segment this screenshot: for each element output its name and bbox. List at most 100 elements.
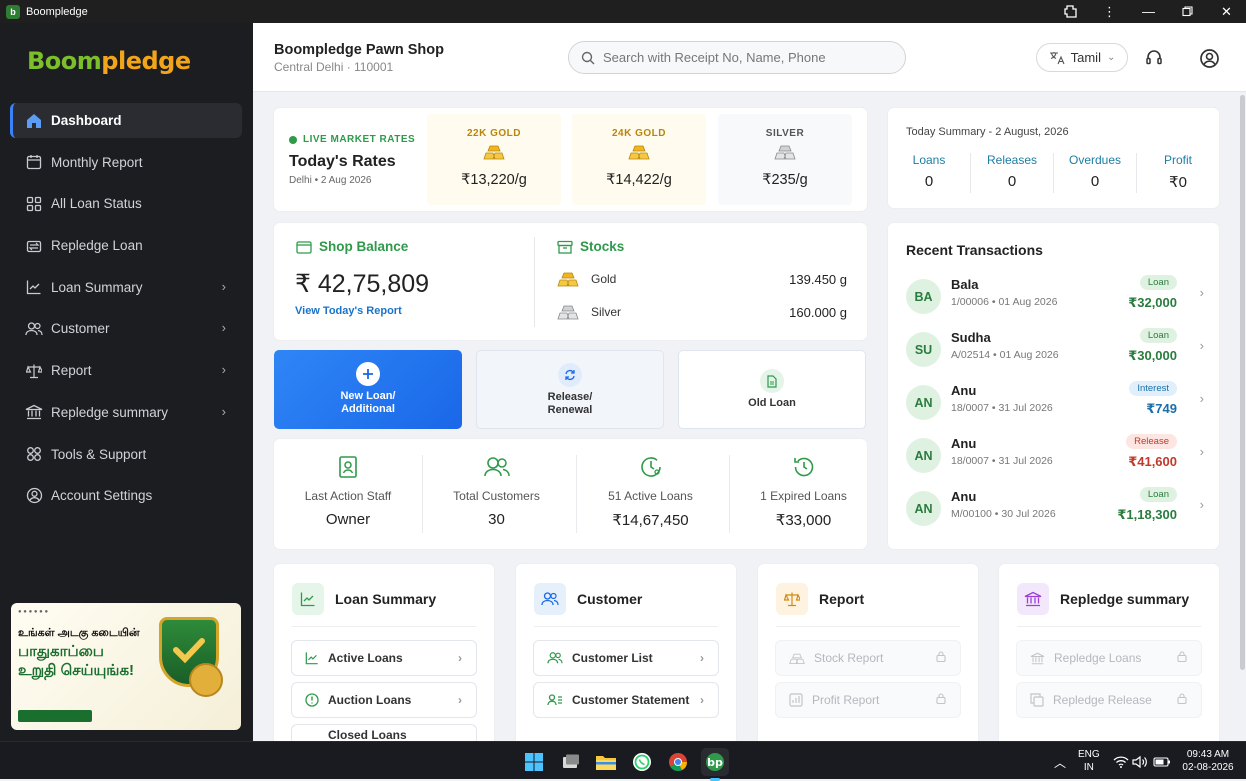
summary-value: 0: [924, 173, 934, 190]
summary-value: 0: [1090, 173, 1100, 190]
sidebar-item-report[interactable]: Report ›: [10, 353, 242, 388]
translate-icon: [1049, 51, 1065, 64]
transaction-detail: 1/00006 • 01 Aug 2026: [951, 296, 1058, 308]
sidebar-item-repledge-loan[interactable]: Repledge Loan: [10, 228, 242, 263]
lang-code: ENG: [1078, 749, 1100, 760]
closed-loans-link[interactable]: Closed Loans: [291, 724, 477, 742]
summary-profit[interactable]: Profit ₹0: [1137, 153, 1219, 193]
page-scrollbar[interactable]: [1240, 95, 1245, 670]
calendar-icon: [25, 153, 43, 171]
chevron-down-icon: ⌄: [1106, 52, 1116, 63]
minimize-button[interactable]: —: [1129, 0, 1168, 23]
promo-banner[interactable]: ● ● ● ● ● ● உங்கள் அடகு கடையின் பாதுகாப்…: [11, 603, 241, 730]
users-icon: [534, 583, 566, 615]
battery-icon[interactable]: [1151, 751, 1173, 773]
transaction-name: Anu: [951, 436, 977, 451]
chevron-right-icon: ›: [221, 403, 226, 419]
task-view-icon[interactable]: [560, 751, 582, 773]
extensions-icon[interactable]: [1051, 0, 1090, 23]
transaction-row[interactable]: AN Anu 18/0007 • 31 Jul 2026 Release ₹41…: [906, 434, 1204, 478]
chevron-right-icon: ›: [221, 278, 226, 294]
transaction-row[interactable]: AN Anu M/00100 • 30 Jul 2026 Loan ₹1,18,…: [906, 487, 1204, 531]
banner-cta-button[interactable]: [18, 710, 92, 722]
new-loan-button[interactable]: New Loan/ Additional: [274, 350, 462, 429]
summary-loans[interactable]: Loans 0: [888, 153, 971, 193]
today-summary-title: Today Summary - 2 August, 2026: [906, 126, 1069, 138]
action-label: New Loan/ Additional: [340, 390, 396, 415]
sidebar-item-label: Repledge summary: [51, 404, 169, 420]
avatar: AN: [906, 491, 941, 526]
sidebar-item-all-loan-status[interactable]: All Loan Status: [10, 186, 242, 221]
auction-loans-link[interactable]: Auction Loans ›: [291, 682, 477, 718]
system-clock[interactable]: 09:43 AM 02-08-2026: [1180, 748, 1236, 774]
more-menu-icon[interactable]: ⋮: [1090, 0, 1129, 23]
sidebar-item-account-settings[interactable]: Account Settings: [10, 478, 242, 513]
close-button[interactable]: ✕: [1207, 0, 1246, 23]
input-language-indicator[interactable]: ENG IN: [1078, 748, 1100, 774]
divider: [776, 626, 960, 627]
lock-icon: [1177, 651, 1187, 665]
language-select[interactable]: Tamil ⌄: [1036, 43, 1128, 72]
whatsapp-icon[interactable]: [631, 751, 653, 773]
old-loan-button[interactable]: Old Loan: [678, 350, 866, 429]
module-title: Repledge summary: [1060, 591, 1190, 607]
transaction-row[interactable]: AN Anu 18/0007 • 31 Jul 2026 Interest ₹7…: [906, 381, 1204, 425]
sidebar-item-label: Customer: [51, 321, 110, 337]
summary-label: Profit: [1163, 153, 1192, 167]
gold-bars-icon: [483, 145, 505, 160]
chrome-icon[interactable]: [667, 751, 689, 773]
brand-logo[interactable]: Boompledge: [27, 47, 191, 75]
rate-22k-gold: 22K GOLD ₹13,220/g: [427, 114, 561, 205]
module-customer: Customer Customer List › Customer Statem…: [516, 564, 736, 754]
transaction-row[interactable]: BA Bala 1/00006 • 01 Aug 2026 Loan ₹32,0…: [906, 275, 1204, 319]
home-icon: [25, 112, 43, 130]
window-titlebar: b Boompledge ⋮ — ✕: [0, 0, 1246, 23]
repledge-release-link[interactable]: Repledge Release: [1016, 682, 1202, 718]
summary-overdues[interactable]: Overdues 0: [1054, 153, 1137, 193]
stat-value: ₹33,000: [775, 512, 832, 529]
sidebar-item-label: Dashboard: [51, 113, 122, 128]
summary-label: Releases: [986, 153, 1038, 167]
file-explorer-icon[interactable]: [595, 751, 617, 773]
maximize-button[interactable]: [1168, 0, 1207, 23]
gold-coin-icon: [189, 663, 223, 697]
sidebar-item-loan-summary[interactable]: Loan Summary ›: [10, 270, 242, 305]
rates-subtitle: Delhi • 2 Aug 2026: [289, 175, 372, 186]
scale-icon: [776, 583, 808, 615]
language-label: Tamil: [1070, 50, 1101, 65]
windows-start-icon[interactable]: [523, 751, 545, 773]
release-renewal-button[interactable]: Release/ Renewal: [476, 350, 664, 429]
headset-support-icon[interactable]: [1143, 47, 1165, 69]
sidebar-item-label: Account Settings: [51, 488, 153, 504]
chevron-right-icon: ›: [458, 651, 462, 665]
summary-releases[interactable]: Releases 0: [971, 153, 1054, 193]
profit-report-link[interactable]: Profit Report: [775, 682, 961, 718]
clock-date: 02-08-2026: [1182, 762, 1234, 773]
stat-active-loans: 51 Active Loans ₹14,67,450: [576, 455, 724, 533]
sidebar-item-customer[interactable]: Customer ›: [10, 311, 242, 346]
sidebar-item-repledge-summary[interactable]: Repledge summary ›: [10, 395, 242, 430]
view-todays-report-link[interactable]: View Today's Report: [295, 305, 402, 317]
search-box[interactable]: [568, 41, 906, 74]
chevron-right-icon: ›: [700, 693, 704, 707]
boompledge-app-icon[interactable]: bp: [701, 748, 729, 781]
users-icon: [547, 652, 563, 664]
volume-icon[interactable]: [1129, 751, 1151, 773]
sidebar-item-tools-support[interactable]: Tools & Support: [10, 437, 242, 472]
profile-icon[interactable]: [1198, 47, 1220, 69]
module-repledge-summary: Repledge summary Repledge Loans Repledge…: [999, 564, 1219, 754]
stock-report-link[interactable]: Stock Report: [775, 640, 961, 676]
module-loan-summary: Loan Summary Active Loans › Auction Loan…: [274, 564, 494, 754]
module-title: Report: [819, 591, 865, 607]
gold-bars-icon: [789, 653, 805, 664]
trend-chart-icon: [292, 583, 324, 615]
customer-list-link[interactable]: Customer List ›: [533, 640, 719, 676]
transaction-row[interactable]: SU Sudha A/02514 • 01 Aug 2026 Loan ₹30,…: [906, 328, 1204, 372]
sidebar-item-monthly-report[interactable]: Monthly Report: [10, 145, 242, 180]
chevron-up-icon[interactable]: ︿: [1049, 751, 1071, 773]
sidebar-item-dashboard[interactable]: Dashboard: [10, 103, 242, 138]
repledge-loans-link[interactable]: Repledge Loans: [1016, 640, 1202, 676]
active-loans-link[interactable]: Active Loans ›: [291, 640, 477, 676]
customer-statement-link[interactable]: Customer Statement ›: [533, 682, 719, 718]
search-input[interactable]: [603, 50, 893, 65]
